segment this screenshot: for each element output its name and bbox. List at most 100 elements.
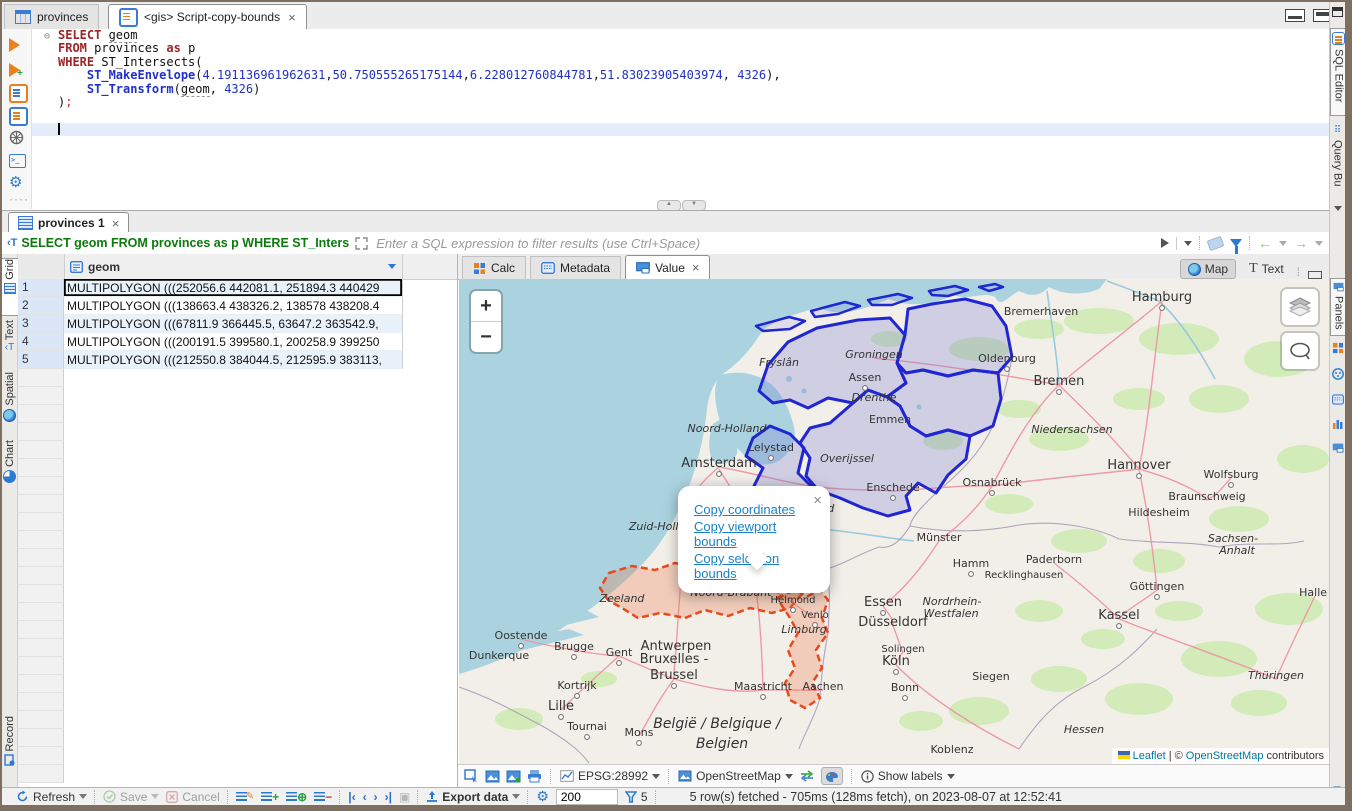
first-row-icon[interactable]: |‹ bbox=[348, 790, 355, 804]
swap-view-icon[interactable] bbox=[799, 770, 815, 782]
code-line[interactable]: ST_Transform(geom, 4326) bbox=[32, 83, 1330, 96]
popup-link[interactable]: Copy viewport bounds bbox=[694, 519, 818, 549]
rail-tab-grid[interactable]: Grid bbox=[2, 258, 19, 316]
table-row[interactable]: MULTIPOLYGON (((252056.6 442081.1, 25189… bbox=[64, 279, 403, 297]
restore-editor-icon[interactable] bbox=[1332, 7, 1343, 17]
rail-tab-sql-editor[interactable]: SQL Editor bbox=[1330, 28, 1345, 116]
next-row-icon[interactable]: › bbox=[374, 790, 378, 804]
script-orange-icon[interactable] bbox=[9, 84, 28, 103]
crs-selector[interactable]: EPSG:28992 bbox=[560, 769, 660, 783]
table-row[interactable]: MULTIPOLYGON (((138663.4 438326.2, 13857… bbox=[64, 297, 403, 315]
print-icon[interactable] bbox=[527, 769, 542, 783]
execute-statement-button[interactable] bbox=[9, 37, 20, 52]
popup-link[interactable]: Copy coordinates bbox=[694, 502, 818, 517]
sql-code-lines[interactable]: ⊖SELECT geom FROM provinces as p WHERE S… bbox=[32, 29, 1330, 210]
rail-tab-text[interactable]: Text ‹T bbox=[2, 320, 17, 364]
code-line[interactable]: WHERE ST_Intersects( bbox=[32, 56, 1330, 69]
fetch-size-indicator[interactable]: 5 bbox=[625, 790, 648, 804]
last-row-icon[interactable]: ›| bbox=[385, 790, 392, 804]
popup-close-icon[interactable]: × bbox=[813, 492, 822, 509]
script-blue-icon[interactable] bbox=[9, 107, 28, 126]
code-line[interactable]: ⊖SELECT geom bbox=[32, 29, 1330, 42]
delete-row-button[interactable]: − bbox=[314, 790, 332, 804]
panel-aggregate-icon[interactable] bbox=[1332, 368, 1344, 383]
lasso-select-control[interactable] bbox=[1282, 333, 1318, 369]
filter-dropdown-icon[interactable] bbox=[1184, 241, 1192, 246]
column-sort-icon[interactable] bbox=[388, 264, 396, 269]
ai-assistant-icon[interactable] bbox=[9, 130, 24, 148]
expand-filter-icon[interactable] bbox=[355, 237, 368, 250]
row-number[interactable]: 1 bbox=[18, 279, 64, 297]
history-forward-icon[interactable]: → bbox=[1294, 235, 1308, 251]
refresh-button[interactable]: Refresh bbox=[16, 790, 87, 804]
tab-provinces[interactable]: provinces bbox=[4, 4, 99, 29]
settings-gear-icon[interactable]: ⚙ bbox=[536, 788, 549, 805]
rail-tab-spatial[interactable]: Spatial bbox=[2, 372, 17, 432]
code-line[interactable] bbox=[32, 123, 1330, 136]
code-line[interactable]: ST_MakeEnvelope(4.191136961962631,50.750… bbox=[32, 69, 1330, 82]
tab-provinces-1[interactable]: provinces 1 × bbox=[8, 212, 129, 233]
add-row-button[interactable]: + bbox=[261, 790, 279, 804]
save-picture-icon[interactable] bbox=[485, 770, 500, 783]
gear-icon[interactable]: ⚙ bbox=[9, 173, 22, 191]
rail-tab-record[interactable]: Record bbox=[2, 716, 17, 778]
rail-tab-panels[interactable]: Panels bbox=[1330, 278, 1345, 336]
applied-filter-text[interactable]: SELECT geom FROM provinces as p WHERE ST… bbox=[21, 236, 349, 250]
code-line[interactable] bbox=[32, 109, 1330, 122]
zoom-out-button[interactable]: − bbox=[471, 321, 501, 352]
show-labels-selector[interactable]: Show labels bbox=[861, 769, 955, 783]
zoom-in-button[interactable]: + bbox=[471, 291, 501, 321]
edit-value-button[interactable]: ✎ bbox=[236, 791, 254, 802]
code-line[interactable]: FROM provinces as p bbox=[32, 42, 1330, 55]
rail-more-icon[interactable] bbox=[1334, 206, 1342, 211]
row-number[interactable]: 5 bbox=[18, 351, 64, 369]
save-button[interactable]: Save bbox=[103, 790, 159, 804]
basemap-selector[interactable]: OpenStreetMap bbox=[678, 769, 793, 783]
focus-row-icon[interactable]: ▣ bbox=[399, 790, 410, 804]
close-icon[interactable]: × bbox=[288, 10, 296, 25]
back-dropdown-icon[interactable] bbox=[1279, 241, 1287, 246]
panel-value-icon[interactable] bbox=[1332, 442, 1344, 456]
row-number[interactable]: 4 bbox=[18, 333, 64, 351]
tab-calc[interactable]: Calc bbox=[462, 256, 526, 279]
duplicate-row-button[interactable]: ⊕ bbox=[286, 790, 307, 804]
tab-metadata[interactable]: Metadata bbox=[530, 256, 621, 279]
save-picture-as-icon[interactable] bbox=[506, 770, 521, 783]
minimize-panel-icon[interactable] bbox=[1308, 271, 1322, 279]
panel-metadata-icon[interactable] bbox=[1332, 394, 1344, 408]
osm-link[interactable]: OpenStreetMap bbox=[1186, 750, 1264, 762]
panel-menu-dots-icon[interactable]: ⁞ bbox=[1297, 265, 1300, 279]
export-data-button[interactable]: Export data bbox=[426, 790, 520, 804]
column-header-geom[interactable]: geom bbox=[64, 254, 403, 279]
row-number[interactable]: 3 bbox=[18, 315, 64, 333]
row-limit-input[interactable] bbox=[556, 789, 618, 805]
filter-input-placeholder[interactable]: Enter a SQL expression to filter results… bbox=[376, 236, 1161, 251]
leaflet-link[interactable]: Leaflet bbox=[1133, 750, 1166, 762]
more-dots-icon[interactable]: ···· bbox=[9, 192, 29, 206]
execute-script-button[interactable]: + bbox=[9, 62, 26, 77]
history-back-icon[interactable]: ← bbox=[1258, 235, 1272, 251]
code-line[interactable]: ); bbox=[32, 96, 1330, 109]
style-palette-button[interactable] bbox=[821, 767, 843, 785]
filter-funnel-icon[interactable] bbox=[1230, 239, 1242, 247]
table-row[interactable]: MULTIPOLYGON (((67811.9 366445.5, 63647.… bbox=[64, 315, 403, 333]
text-view-toggle[interactable]: T Text bbox=[1242, 259, 1291, 279]
table-row[interactable]: MULTIPOLYGON (((212550.8 384044.5, 21259… bbox=[64, 351, 403, 369]
tab-value[interactable]: Value × bbox=[625, 255, 710, 279]
panel-calc-icon[interactable] bbox=[1332, 342, 1344, 357]
forward-dropdown-icon[interactable] bbox=[1315, 241, 1323, 246]
tab-script-copy-bounds[interactable]: <gis> Script-copy-bounds × bbox=[108, 4, 307, 29]
terminal-icon[interactable]: >_ bbox=[9, 153, 26, 168]
leaflet-map[interactable]: HamburgBremerhavenOldenburgBremenHannove… bbox=[459, 279, 1330, 764]
copy-as-picture-icon[interactable] bbox=[464, 769, 479, 783]
results-grid[interactable]: geom 1MULTIPOLYGON (((252056.6 442081.1,… bbox=[18, 254, 457, 787]
layers-control[interactable] bbox=[1282, 289, 1318, 325]
close-icon[interactable]: × bbox=[112, 216, 120, 231]
rail-tab-chart[interactable]: Chart bbox=[2, 440, 17, 492]
map-view-toggle[interactable]: Map bbox=[1180, 259, 1236, 279]
close-icon[interactable]: × bbox=[692, 260, 700, 275]
panel-references-icon[interactable] bbox=[1332, 418, 1344, 433]
apply-filter-icon[interactable] bbox=[1161, 238, 1169, 248]
cancel-button[interactable]: Cancel bbox=[166, 790, 219, 804]
previous-row-icon[interactable]: ‹ bbox=[363, 790, 367, 804]
